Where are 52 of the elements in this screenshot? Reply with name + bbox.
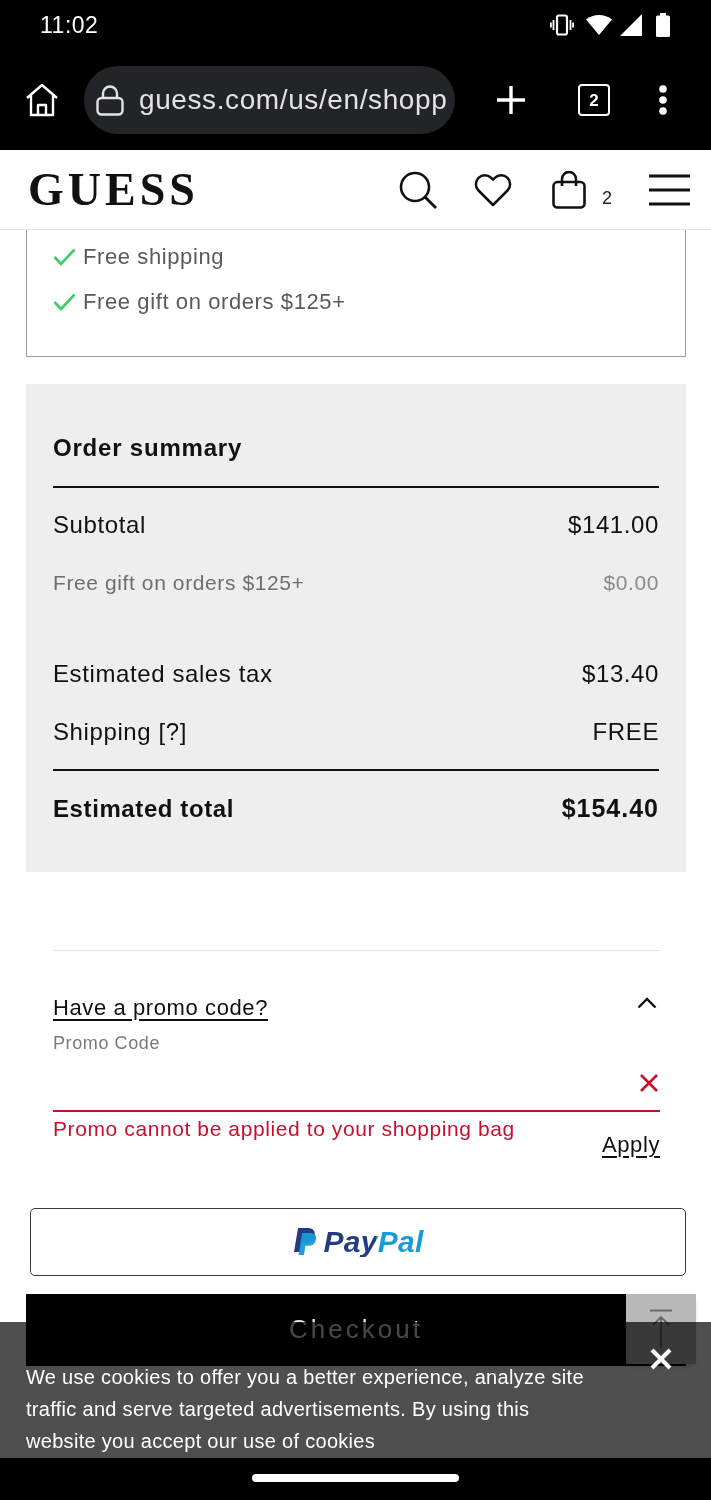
home-button[interactable]	[24, 83, 60, 117]
clock-time: 11:02	[40, 13, 99, 37]
cart-button[interactable]: 2	[552, 170, 612, 209]
clear-button[interactable]	[639, 1072, 659, 1093]
promo-code-field[interactable]: Promo Code	[53, 1031, 660, 1112]
arrow-up-icon	[649, 1309, 673, 1349]
paypal-mark-icon	[292, 1227, 318, 1257]
chevron-up-icon[interactable]	[637, 997, 657, 1009]
total-label: Estimated total	[53, 794, 235, 824]
check-icon	[53, 292, 76, 311]
summary-value: $141.00	[568, 510, 659, 540]
paypal-button[interactable]: PayPal	[30, 1208, 686, 1276]
lock-icon	[96, 84, 124, 116]
new-tab-button[interactable]	[496, 85, 526, 115]
plus-icon	[496, 85, 526, 115]
close-icon	[639, 1072, 659, 1093]
perk-text: Free gift on orders $125+	[83, 290, 346, 313]
total-value: $154.40	[561, 793, 659, 825]
wishlist-button[interactable]	[474, 172, 512, 207]
promo-code-link[interactable]: Have a promo code?	[53, 990, 269, 1024]
scroll-to-top-button[interactable]	[626, 1294, 696, 1364]
summary-label: Estimated sales tax	[53, 659, 273, 689]
signal-icon	[620, 14, 642, 36]
summary-label: Shipping [?]	[53, 717, 187, 747]
heart-icon	[474, 172, 512, 207]
menu-icon	[649, 173, 690, 206]
search-icon	[399, 170, 437, 209]
cookie-message: We use cookies to offer you a better experience, analyze site traffic and serve targeted advertisements. By using this website you accept our use of cookies	[26, 1365, 585, 1454]
summary-label: Subtotal	[53, 510, 146, 540]
summary-value: $0.00	[603, 570, 659, 597]
section-title: Order summary	[53, 433, 244, 463]
summary-value: $13.40	[582, 659, 659, 689]
wifi-icon	[586, 15, 612, 35]
more-vertical-icon	[659, 85, 667, 115]
menu-button[interactable]	[659, 85, 667, 115]
hamburger-menu-button[interactable]	[649, 173, 690, 206]
check-icon	[53, 247, 76, 266]
address-bar[interactable]: guess.com/us/en/shopp	[84, 66, 455, 134]
brand-logo[interactable]: GUESS	[28, 166, 199, 213]
apply-button[interactable]: Apply	[601, 1131, 660, 1159]
close-icon	[650, 1348, 672, 1370]
vibrate-icon	[550, 14, 574, 36]
error-message: Promo cannot be applied to your shopping bag	[53, 1116, 515, 1142]
search-button[interactable]	[399, 170, 437, 209]
bag-icon	[552, 170, 586, 209]
summary-value: FREE	[592, 717, 659, 747]
battery-icon	[656, 13, 670, 37]
close-button[interactable]	[650, 1348, 672, 1370]
home-icon	[24, 83, 60, 117]
summary-label: Free gift on orders $125+	[53, 570, 305, 597]
tabs-button[interactable]: 2	[578, 84, 610, 116]
perk-text: Free shipping	[83, 245, 225, 268]
